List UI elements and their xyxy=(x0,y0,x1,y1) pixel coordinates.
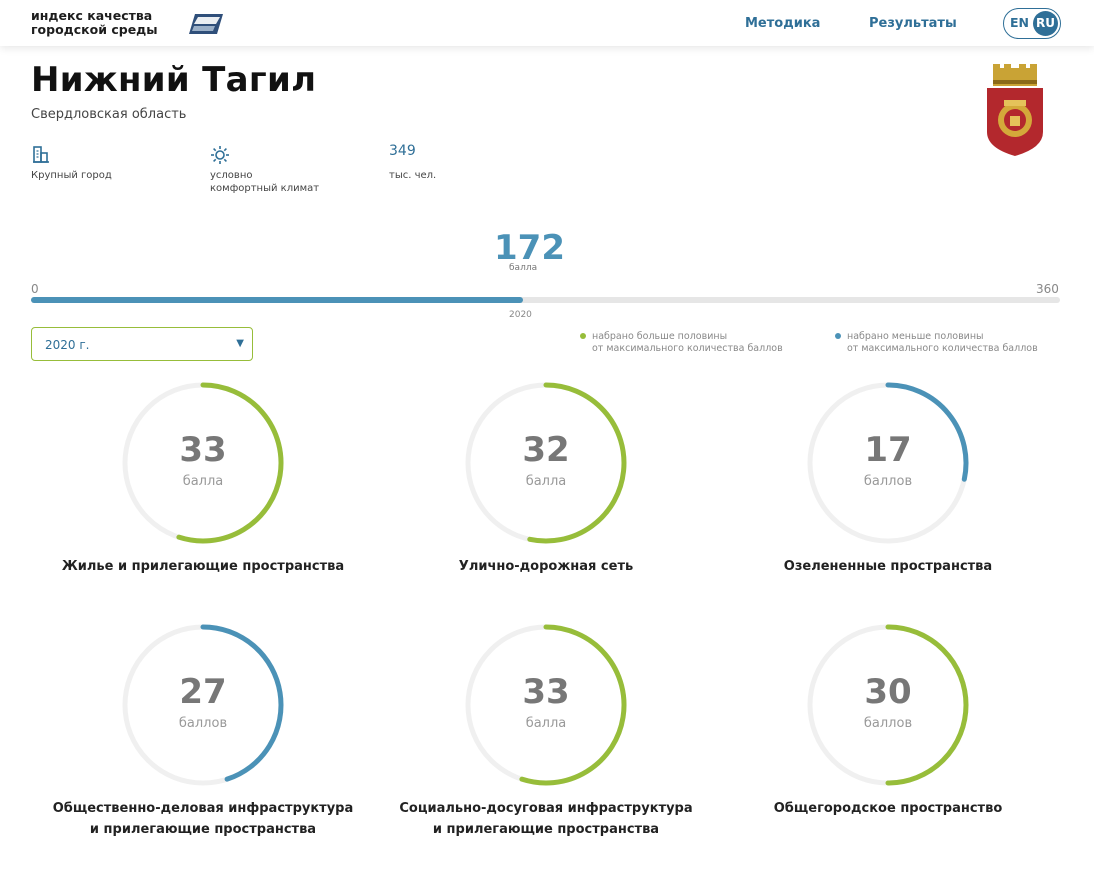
nav-link-results[interactable]: Результаты xyxy=(869,16,957,31)
gauge-label: Общественно-деловая инфраструктура и при… xyxy=(33,798,373,840)
lang-en-button[interactable]: EN xyxy=(1010,15,1029,30)
year-select[interactable]: 2020 г. ▼ xyxy=(31,327,253,361)
gauge-value: 17 xyxy=(864,430,912,470)
gauge-label: Общегородское пространство xyxy=(773,801,1003,816)
gauge-label-line-1: Социально-досуговая инфраструктура xyxy=(399,801,693,816)
feature-label: Крупный город xyxy=(31,170,112,181)
legend-line-1: набрано больше половины xyxy=(592,331,728,342)
gauge-label: Озелененные пространства xyxy=(783,559,993,574)
total-score-unit: балла xyxy=(509,263,538,273)
top-navigation-bar: индекс качества городской среды Методика… xyxy=(0,0,1094,46)
gauge-label-line-2: и прилегающие пространства xyxy=(89,822,317,837)
gauge-label-line-1: Общественно-деловая инфраструктура xyxy=(52,801,354,816)
logo-mark-icon[interactable] xyxy=(189,12,223,36)
gauge-unit: баллов xyxy=(178,716,228,731)
score-bar-max: 360 xyxy=(1036,282,1059,296)
region-name: Свердловская область xyxy=(31,107,187,122)
score-progress-fill xyxy=(31,297,523,303)
legend-item-above-half: набрано больше половины от максимального… xyxy=(580,331,783,355)
gauge-green-spaces[interactable]: 17 баллов xyxy=(803,378,973,548)
legend-dot-blue xyxy=(835,333,841,339)
year-select-value: 2020 г. xyxy=(45,338,90,352)
gauge-label: Социально-досуговая инфраструктура и при… xyxy=(376,798,716,840)
gauge-housing[interactable]: 33 балла xyxy=(118,378,288,548)
gauge-value: 33 xyxy=(179,430,227,470)
logo-line-1: индекс качества xyxy=(31,8,153,23)
site-logo-text[interactable]: индекс качества городской среды xyxy=(31,9,158,37)
population-unit: тыс. чел. xyxy=(389,170,437,181)
legend-line-1: набрано меньше половины xyxy=(847,331,984,342)
gauge-value: 32 xyxy=(522,430,570,470)
gauge-value: 27 xyxy=(179,672,227,712)
gauge-value: 30 xyxy=(864,672,912,712)
city-coat-of-arms xyxy=(987,64,1043,156)
gauge-unit: баллов xyxy=(863,474,913,489)
gauge-label-line-2: и прилегающие пространства xyxy=(432,822,660,837)
population-value: 349 xyxy=(389,143,416,159)
score-bar-min: 0 xyxy=(31,282,39,296)
nav-link-methodology[interactable]: Методика xyxy=(745,16,820,31)
total-score-value: 172 xyxy=(494,228,565,268)
lang-ru-button[interactable]: RU xyxy=(1033,11,1058,36)
gauge-value: 33 xyxy=(522,672,570,712)
legend-item-below-half: набрано меньше половины от максимального… xyxy=(835,331,1038,355)
feature-label: условно комфортный климат xyxy=(210,170,320,194)
gauge-label: Улично-дорожная сеть xyxy=(458,559,634,574)
legend-line-2: от максимального количества баллов xyxy=(847,343,1038,354)
logo-line-2: городской среды xyxy=(31,22,158,37)
chevron-down-icon: ▼ xyxy=(236,338,244,349)
gauge-street-network[interactable]: 32 балла xyxy=(461,378,631,548)
sun-icon xyxy=(211,146,229,164)
buildings-icon xyxy=(33,146,49,163)
city-title: Нижний Тагил xyxy=(31,60,317,100)
legend-line-2: от максимального количества баллов xyxy=(592,343,783,354)
gauge-leisure-infrastructure[interactable]: 33 балла xyxy=(461,620,631,790)
gauge-citywide-space[interactable]: 30 баллов xyxy=(803,620,973,790)
gauge-unit: балла xyxy=(182,474,224,489)
gauge-unit: балла xyxy=(525,716,567,731)
gauge-unit: баллов xyxy=(863,716,913,731)
score-progress-bar xyxy=(31,297,1060,303)
gauge-unit: балла xyxy=(525,474,567,489)
language-switcher: EN RU xyxy=(1003,8,1061,39)
gauge-business-infrastructure[interactable]: 27 баллов xyxy=(118,620,288,790)
legend-dot-green xyxy=(580,333,586,339)
feature-climate: условно комфортный климат xyxy=(210,145,330,195)
feature-city-size: Крупный город xyxy=(31,145,112,182)
score-bar-year: 2020 xyxy=(509,310,532,320)
gauge-label: Жилье и прилегающие пространства xyxy=(61,559,345,574)
feature-population: 349 тыс. чел. xyxy=(389,143,437,182)
